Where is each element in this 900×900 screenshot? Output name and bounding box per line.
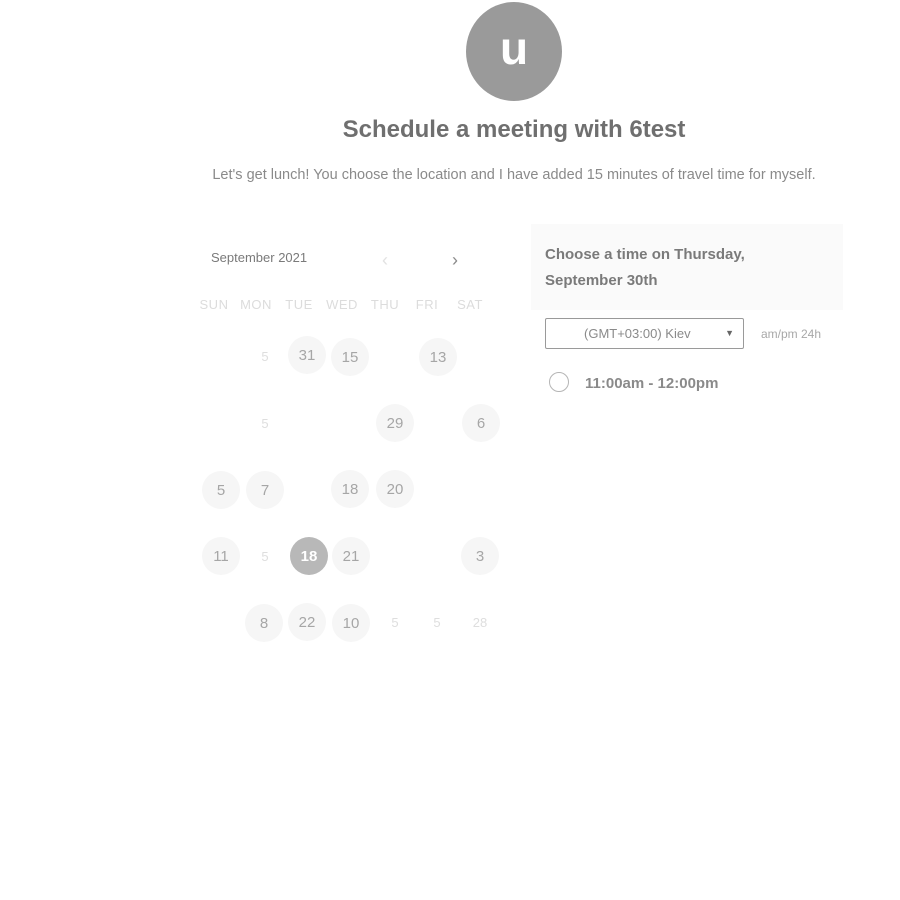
calendar-day[interactable]: 6 — [462, 404, 500, 442]
calendar-day[interactable]: 29 — [376, 404, 414, 442]
calendar-day[interactable]: 20 — [376, 470, 414, 508]
weekday-mon: MON — [240, 297, 272, 312]
calendar-day-selected[interactable]: 18 — [290, 537, 328, 575]
time-format-toggle[interactable]: am/pm 24h — [761, 327, 821, 341]
meeting-description: Let's get lunch! You choose the location… — [212, 167, 816, 183]
next-month-icon[interactable]: › — [446, 250, 464, 272]
weekday-sun: SUN — [199, 297, 229, 312]
calendar-day[interactable]: 31 — [288, 336, 326, 374]
calendar-day: 5 — [261, 415, 269, 431]
chevron-down-icon: ▼ — [725, 328, 734, 338]
calendar-day[interactable]: 22 — [288, 603, 326, 641]
calendar-day: 5 — [391, 614, 399, 630]
time-picker-header: Choose a time on Thursday, September 30t… — [531, 224, 843, 310]
weekday-tue: TUE — [285, 297, 313, 312]
month-label: September 2021 — [211, 250, 308, 265]
time-picker-heading: Choose a time on Thursday, September 30t… — [545, 246, 745, 289]
calendar-day[interactable]: 3 — [461, 537, 499, 575]
weekday-fri: FRI — [415, 297, 439, 312]
weekday-thu: THU — [370, 297, 400, 312]
previous-month-icon[interactable]: ‹ — [376, 250, 394, 272]
avatar-initial: u — [499, 21, 529, 74]
calendar-day[interactable]: 11 — [202, 537, 240, 575]
weekday-sat: SAT — [457, 297, 483, 312]
calendar-day[interactable]: 10 — [332, 604, 370, 642]
timezone-select[interactable]: (GMT+03:00) Kiev ▼ — [545, 318, 744, 349]
calendar-day: 28 — [472, 614, 488, 630]
calendar-day[interactable]: 15 — [331, 338, 369, 376]
time-slot-radio[interactable] — [549, 372, 569, 392]
calendar-day[interactable]: 7 — [246, 471, 284, 509]
calendar-day[interactable]: 18 — [331, 470, 369, 508]
calendar-day[interactable]: 13 — [419, 338, 457, 376]
calendar-day[interactable]: 8 — [245, 604, 283, 642]
calendar-day: 5 — [261, 348, 269, 364]
calendar-day: 5 — [261, 548, 269, 564]
calendar-day: 5 — [433, 614, 441, 630]
timezone-value: (GMT+03:00) Kiev — [584, 326, 691, 341]
time-slot-label[interactable]: 11:00am - 12:00pm — [585, 375, 718, 392]
weekday-wed: WED — [326, 297, 358, 312]
calendar-day[interactable]: 5 — [202, 471, 240, 509]
avatar: u — [466, 2, 562, 101]
scheduler-page: u Schedule a meeting with 6test Let's ge… — [0, 0, 900, 900]
calendar-day[interactable]: 21 — [332, 537, 370, 575]
page-title: Schedule a meeting with 6test — [342, 116, 686, 143]
